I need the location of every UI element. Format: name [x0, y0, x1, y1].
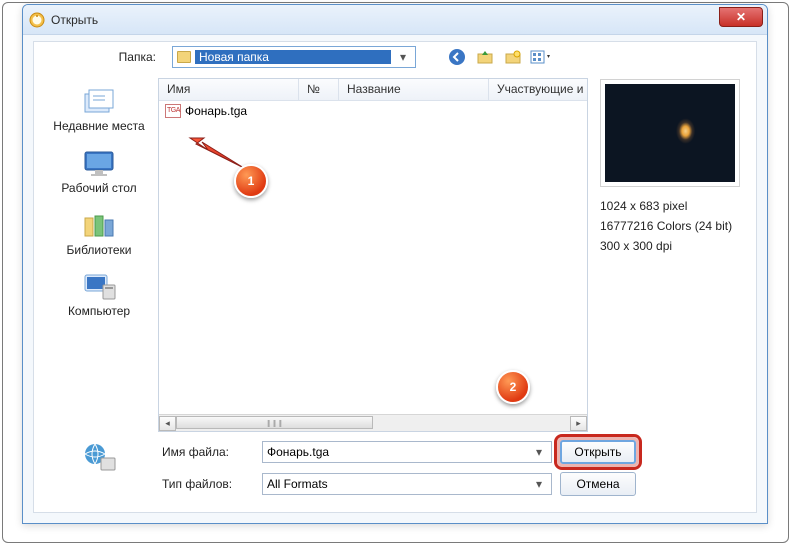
scroll-left-button[interactable]: ◂ — [159, 416, 176, 431]
filename-input[interactable]: Фонарь.tga ▾ — [262, 441, 552, 463]
view-menu-icon — [530, 48, 552, 66]
col-title[interactable]: Название — [339, 79, 489, 100]
place-label: Недавние места — [53, 120, 144, 134]
new-folder-button[interactable] — [502, 46, 524, 68]
chevron-down-icon[interactable]: ▾ — [531, 477, 547, 491]
up-folder-icon — [476, 48, 494, 66]
desktop-icon — [81, 148, 117, 180]
place-label: Компьютер — [68, 305, 130, 319]
recent-icon — [81, 86, 117, 118]
place-label: Рабочий стол — [61, 182, 136, 196]
col-name[interactable]: Имя — [159, 79, 299, 100]
places-bar: Недавние места Рабочий стол Библиотеки — [40, 78, 158, 432]
new-folder-icon — [504, 48, 522, 66]
window-title: Открыть — [51, 13, 98, 27]
scroll-right-button[interactable]: ▸ — [570, 416, 587, 431]
bottom-panel: Имя файла: Фонарь.tga ▾ Открыть Тип файл… — [40, 440, 750, 502]
up-button[interactable] — [474, 46, 496, 68]
place-label: Библиотеки — [66, 244, 131, 258]
horizontal-scrollbar: ◂ ▸ — [159, 414, 587, 431]
cancel-button[interactable]: Отмена — [560, 472, 636, 496]
callout-badge-2: 2 — [496, 370, 530, 404]
tga-file-icon — [165, 104, 181, 118]
back-button[interactable] — [446, 46, 468, 68]
filetype-value: All Formats — [267, 477, 531, 491]
close-icon: ✕ — [736, 10, 746, 24]
col-number[interactable]: № — [299, 79, 339, 100]
libraries-icon — [81, 210, 117, 242]
folder-current: Новая папка — [195, 50, 391, 64]
preview-thumbnail — [600, 79, 740, 187]
folder-combo[interactable]: Новая папка ▾ — [172, 46, 416, 68]
chevron-down-icon[interactable]: ▾ — [531, 445, 547, 459]
filename-value: Фонарь.tga — [267, 445, 531, 459]
listview-body[interactable]: Фонарь.tga — [159, 101, 587, 414]
app-icon — [29, 12, 45, 28]
preview-pane: 1024 x 683 pixel 16777216 Colors (24 bit… — [600, 78, 750, 432]
computer-icon — [81, 271, 117, 303]
network-icon[interactable] — [81, 440, 117, 472]
open-dialog: Открыть ✕ Папка: Новая папка ▾ — [22, 4, 768, 524]
filetype-label: Тип файлов: — [162, 477, 254, 491]
col-participants[interactable]: Участвующие и — [489, 79, 587, 100]
back-icon — [448, 48, 466, 66]
view-menu-button[interactable] — [530, 46, 552, 68]
folder-label: Папка: — [34, 50, 166, 64]
preview-dimensions: 1024 x 683 pixel — [600, 199, 750, 213]
preview-colors: 16777216 Colors (24 bit) — [600, 219, 750, 233]
folder-icon — [177, 51, 191, 63]
place-recent[interactable]: Недавние места — [49, 82, 149, 138]
place-computer[interactable]: Компьютер — [49, 267, 149, 323]
scroll-thumb[interactable] — [176, 416, 373, 429]
folder-row: Папка: Новая папка ▾ — [34, 42, 756, 72]
preview-image — [605, 84, 735, 182]
client-area: Папка: Новая папка ▾ — [33, 41, 757, 513]
open-button[interactable]: Открыть — [560, 440, 636, 464]
scroll-track[interactable] — [176, 416, 570, 431]
place-desktop[interactable]: Рабочий стол — [49, 144, 149, 200]
place-libraries[interactable]: Библиотеки — [49, 206, 149, 262]
titlebar: Открыть ✕ — [23, 5, 767, 35]
callout-badge-1: 1 — [234, 164, 268, 198]
filetype-combo[interactable]: All Formats ▾ — [262, 473, 552, 495]
list-item[interactable]: Фонарь.tga — [159, 101, 587, 121]
preview-dpi: 300 x 300 dpi — [600, 239, 750, 253]
file-name: Фонарь.tga — [185, 104, 247, 118]
chevron-down-icon[interactable]: ▾ — [395, 50, 411, 64]
listview-header: Имя № Название Участвующие и — [159, 79, 587, 101]
filename-label: Имя файла: — [162, 445, 254, 459]
close-button[interactable]: ✕ — [719, 7, 763, 27]
